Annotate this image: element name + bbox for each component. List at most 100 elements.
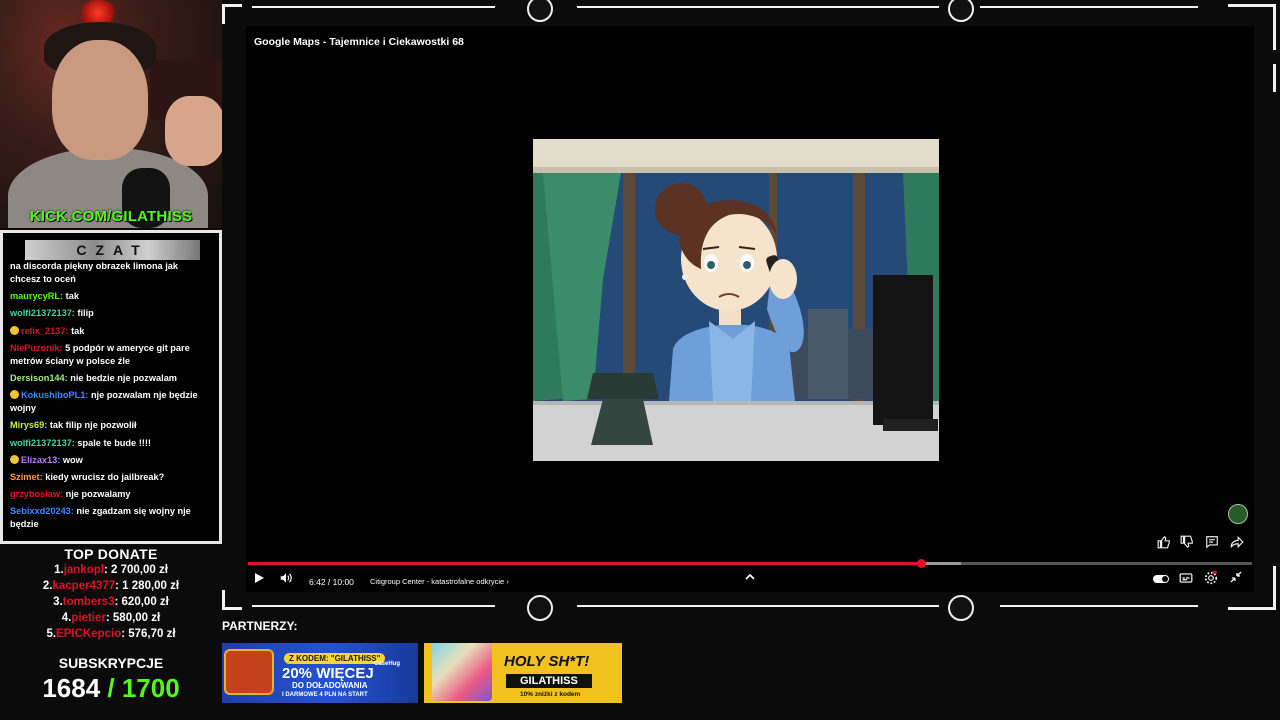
thumbs-up-icon[interactable] <box>1156 535 1172 551</box>
video-title[interactable]: Google Maps - Tajemnice i Ciekawostki 68 <box>254 36 464 48</box>
subscriptions-goal: / 1700 <box>100 673 180 703</box>
channel-url: KICK.COM/GILATHISS <box>29 208 193 225</box>
chat-message: Dersison144: nie bedzie nje pozwalam <box>10 372 210 385</box>
thumbs-down-icon[interactable] <box>1179 535 1195 551</box>
chat-message: Szimet: kiedy wrucisz do jailbreak? <box>10 471 210 484</box>
chat-username[interactable]: grzybosław: <box>10 489 63 499</box>
ad1-line2: DO DOŁADOWANIA <box>292 681 368 690</box>
autoplay-toggle[interactable] <box>1153 575 1169 583</box>
donate-rank: 3. <box>53 596 63 608</box>
ad2-headline: HOLY SH*T! <box>504 653 590 670</box>
chat-username[interactable]: Mirys69: <box>10 420 47 430</box>
donate-amount: : 620,00 zł <box>114 596 169 608</box>
treasure-chest-icon <box>224 649 274 695</box>
cartoon-scene <box>533 139 939 461</box>
donate-rank: 1. <box>54 564 64 576</box>
emote-icon <box>10 325 19 335</box>
video-player[interactable]: Google Maps - Tajemnice i Ciekawostki 68 <box>246 26 1254 592</box>
chat-text: tak <box>63 291 79 302</box>
partner-ad-casehug[interactable]: Z KODEM: "GILATHISS" CaseHug 20% WIĘCEJ … <box>222 643 418 703</box>
donate-rank: 5. <box>46 628 57 640</box>
subscriptions-panel: SUBSKRYPCJE 1684 / 1700 <box>0 655 222 704</box>
volume-icon[interactable] <box>279 571 293 590</box>
chat-username[interactable]: Szimet: <box>10 472 43 482</box>
donate-row: 1.jankopl: 2 700,00 zł <box>0 562 222 578</box>
subscriptions-current: 1684 <box>42 673 101 703</box>
chat-message: relix_2137: tak <box>10 325 210 338</box>
donate-name: jankopl <box>63 564 104 576</box>
partners-label: PARTNERZY: <box>222 619 298 633</box>
chat-username[interactable]: relix_2137: <box>21 326 69 336</box>
donate-amount: : 2 700,00 zł <box>103 564 168 576</box>
subscriptions-title: SUBSKRYPCJE <box>58 655 164 671</box>
frame-emblem-top-left <box>527 0 553 22</box>
chevron-up-icon[interactable] <box>744 571 756 588</box>
chat-message: NiePuzonik: 5 podpór w ameryce git pare … <box>10 342 210 368</box>
chevron-right-icon: › <box>506 577 509 586</box>
chat-message: Mirys69: tak filip nje pozwolił <box>10 419 210 432</box>
play-icon[interactable] <box>253 571 265 590</box>
frame-emblem-top-right <box>948 0 974 22</box>
donate-name: pietier <box>71 612 106 624</box>
donate-name: EPICKepcio <box>56 628 122 640</box>
chat-username[interactable]: Elizax13: <box>21 455 60 465</box>
webcam-feed: KICK.COM/GILATHISS <box>0 0 222 228</box>
chat-panel: CZAT na discorda piękny obrazek limona j… <box>0 230 222 544</box>
chat-text: wow <box>60 454 83 465</box>
donate-amount: : 1 280,00 zł <box>115 580 180 592</box>
chat-text: tak filip nje pozwolił <box>47 420 137 431</box>
ad1-code: Z KODEM: "GILATHISS" <box>284 653 386 664</box>
donate-name: kacper4377 <box>52 580 116 592</box>
chat-messages: na discorda piękny obrazek limona jak ch… <box>10 260 210 535</box>
gear-icon[interactable] <box>1204 571 1218 590</box>
chat-message: na discorda piękny obrazek limona jak ch… <box>10 260 210 286</box>
chat-text: tak <box>68 325 85 336</box>
chapter-title-label: Citigroup Center - katastrofalne odkryci… <box>370 577 505 586</box>
frame-emblem-bottom-right <box>948 595 974 621</box>
chat-username[interactable]: Dersison144: <box>10 373 68 383</box>
partner-ad-holy[interactable]: HOLY SH*T! GILATHISS 10% zniżki z kodem <box>424 643 622 703</box>
chat-text: na discorda piękny obrazek limona jak ch… <box>10 261 178 284</box>
chat-header: CZAT <box>25 240 200 260</box>
exit-fullscreen-icon[interactable] <box>1230 571 1242 588</box>
chat-username[interactable]: NiePuzonik: <box>10 343 63 353</box>
streamer-head <box>52 40 148 160</box>
video-content[interactable] <box>533 139 939 461</box>
frame-emblem-bottom-left <box>527 595 553 621</box>
chapter-title[interactable]: Citigroup Center - katastrofalne odkryci… <box>370 574 509 590</box>
progress-scrubber[interactable] <box>916 559 926 568</box>
chat-message: Elizax13: wow <box>10 454 210 467</box>
chat-message: Sebixxd20243: nie zgadzam się wojny nje … <box>10 505 210 531</box>
chat-username[interactable]: wolfi21372137: <box>10 308 75 318</box>
donate-row: 3.tombers3: 620,00 zł <box>0 594 222 610</box>
donate-row: 5.EPICKepcio: 576,70 zł <box>0 626 222 642</box>
donate-amount: : 576,70 zł <box>121 628 176 640</box>
share-icon[interactable] <box>1229 535 1245 551</box>
chat-username[interactable]: KokushiboPL1: <box>21 390 88 400</box>
channel-watermark[interactable] <box>1228 504 1248 524</box>
streamer-hand <box>165 96 222 166</box>
comment-icon[interactable] <box>1204 535 1220 551</box>
chat-message: wolfi21372137: spale te bude !!!! <box>10 437 210 450</box>
donate-row: 4.pietier: 580,00 zł <box>0 610 222 626</box>
chat-username[interactable]: wolfi21372137: <box>10 438 75 448</box>
ad2-code: GILATHISS <box>506 674 592 688</box>
chat-username[interactable]: maurycyRL: <box>10 291 63 301</box>
chat-text: spale te bude !!!! <box>74 437 151 448</box>
chat-username[interactable]: Sebixxd20243: <box>10 506 74 516</box>
donate-row: 2.kacper4377: 1 280,00 zł <box>0 578 222 594</box>
chat-message: KokushiboPL1: nje pozwalam nje będzie wo… <box>10 389 210 415</box>
ad1-brand: CaseHug <box>374 661 401 667</box>
progress-bar[interactable] <box>248 559 1252 568</box>
top-donate-panel: TOP DONATE 1.jankopl: 2 700,00 zł 2.kacpe… <box>0 546 222 642</box>
ad2-note: 10% zniżki z kodem <box>520 691 581 698</box>
time-display: 6:42 / 10:00 <box>309 577 354 587</box>
emote-icon <box>10 454 19 464</box>
product-box-icon <box>432 643 492 701</box>
donate-rank: 4. <box>61 612 72 624</box>
ad1-headline: 20% WIĘCEJ <box>282 665 374 682</box>
progress-played <box>248 562 921 565</box>
chat-text: kiedy wrucisz do jailbreak? <box>42 471 165 482</box>
subtitles-icon[interactable] <box>1179 571 1193 590</box>
top-donate-title: TOP DONATE <box>64 546 158 562</box>
